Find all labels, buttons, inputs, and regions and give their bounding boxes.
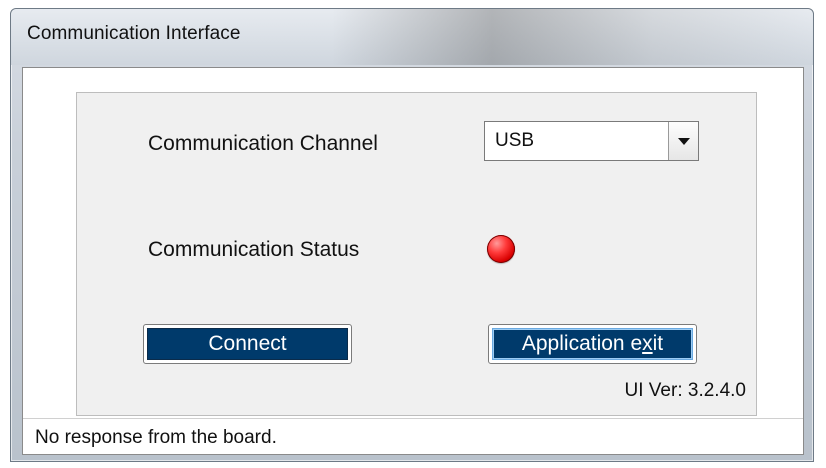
ui-version-label: UI Ver: 3.2.4.0 [624,380,746,401]
communication-channel-value: USB [495,130,535,151]
application-exit-label-accelerator: x [642,332,653,355]
application-exit-button-label: Application e x it [492,328,693,360]
communication-channel-select[interactable]: USB [484,121,699,161]
application-exit-label-prefix: Application e [521,332,643,355]
app-window: Communication Interface Communication Ch… [10,8,814,462]
communication-panel: Communication Channel USB Communication … [76,92,757,416]
connect-button[interactable]: Connect [143,324,352,364]
communication-channel-dropdown-button[interactable] [668,122,698,160]
client-area: Communication Channel USB Communication … [22,67,804,455]
application-exit-button[interactable]: Application e x it [488,324,697,364]
status-bar-message: No response from the board. [35,427,277,448]
triangle-down-icon [677,137,690,145]
status-bar: No response from the board. [23,418,803,454]
connect-button-label: Connect [147,328,348,360]
application-exit-label-suffix: it [652,332,664,355]
window-title: Communication Interface [27,23,241,44]
title-bar: Communication Interface [11,9,813,65]
communication-channel-label: Communication Channel [148,132,378,155]
communication-status-label: Communication Status [148,238,360,261]
status-led-icon [487,235,515,263]
